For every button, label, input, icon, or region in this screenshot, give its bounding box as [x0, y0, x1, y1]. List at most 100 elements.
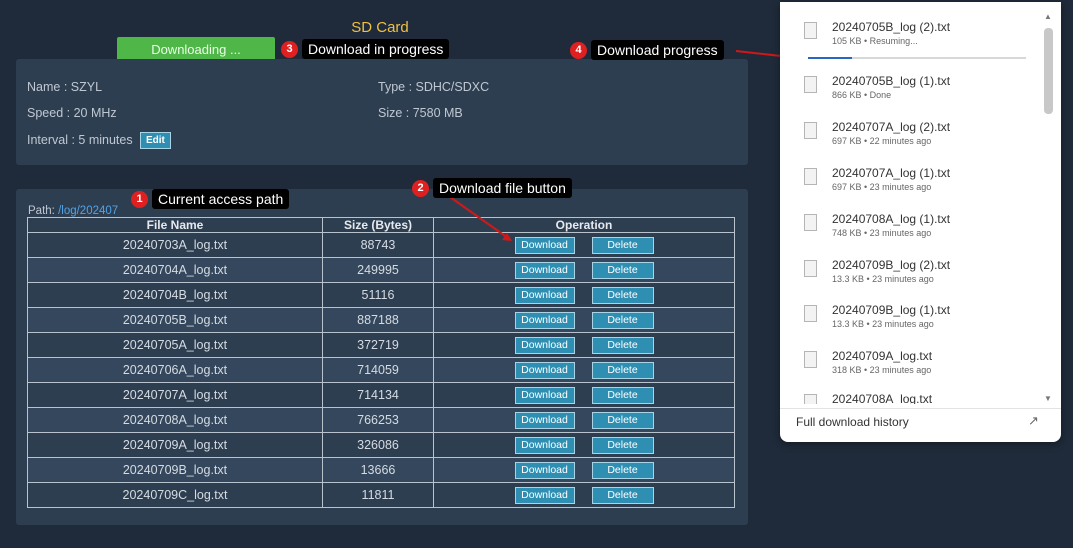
download-meta: 748 KB • 23 minutes ago [832, 228, 932, 238]
download-file-name: 20240707A_log (1).txt [832, 166, 951, 180]
operation-cell: Download Delete [433, 307, 735, 333]
delete-button[interactable]: Delete [591, 286, 654, 304]
download-file-name: 20240708A_log.txt [832, 392, 933, 404]
download-item[interactable]: 20240708A_log.txt [800, 392, 1030, 404]
file-name-cell: 20240705A_log.txt [27, 332, 323, 358]
column-header-operation: Operation [433, 217, 735, 233]
operation-cell: Download Delete [433, 457, 735, 483]
external-link-icon[interactable]: ↗ [1028, 413, 1039, 429]
operation-cell: Download Delete [433, 482, 735, 508]
column-header-size: Size (Bytes) [322, 217, 434, 233]
edit-interval-button[interactable]: Edit [140, 132, 171, 149]
delete-button[interactable]: Delete [591, 486, 654, 504]
operation-cell: Download Delete [433, 432, 735, 458]
popup-divider [780, 408, 1061, 409]
table-row: 20240703A_log.txt 88743 Download Delete [27, 232, 735, 258]
file-name-cell: 20240704A_log.txt [27, 257, 323, 283]
download-file-name: 20240707A_log (2).txt [832, 120, 951, 134]
download-button[interactable]: Download [514, 411, 575, 429]
download-button[interactable]: Download [514, 486, 575, 504]
delete-button[interactable]: Delete [591, 261, 654, 279]
operation-cell: Download Delete [433, 257, 735, 283]
table-row: 20240705B_log.txt 887188 Download Delete [27, 307, 735, 333]
download-button[interactable]: Download [514, 286, 575, 304]
download-button[interactable]: Download [514, 386, 575, 404]
delete-button[interactable]: Delete [591, 361, 654, 379]
file-name-cell: 20240705B_log.txt [27, 307, 323, 333]
annotation-3: 3 Download in progress [281, 39, 450, 59]
annotation-label: Download file button [433, 178, 572, 198]
download-button[interactable]: Download [514, 361, 575, 379]
file-size-cell: 13666 [322, 457, 434, 483]
annotation-2: 2 Download file button [412, 178, 572, 198]
table-row: 20240709C_log.txt 11811 Download Delete [27, 482, 735, 508]
table-row: 20240706A_log.txt 714059 Download Delete [27, 357, 735, 383]
table-row: 20240708A_log.txt 766253 Download Delete [27, 407, 735, 433]
annotation-label: Current access path [152, 189, 290, 209]
download-file-name: 20240709B_log (1).txt [832, 303, 951, 317]
download-meta: 13.3 KB • 23 minutes ago [832, 274, 934, 284]
delete-button[interactable]: Delete [591, 236, 654, 254]
card-size: Size : 7580 MB [378, 106, 463, 120]
download-meta: 105 KB • Resuming... [832, 36, 918, 46]
file-name-cell: 20240708A_log.txt [27, 407, 323, 433]
path-link[interactable]: /log/202407 [58, 205, 118, 217]
download-meta: 318 KB • 23 minutes ago [832, 365, 932, 375]
download-progress-fill [808, 57, 852, 59]
file-name-cell: 20240707A_log.txt [27, 382, 323, 408]
file-size-cell: 372719 [322, 332, 434, 358]
download-button[interactable]: Download [514, 336, 575, 354]
file-icon [804, 214, 817, 231]
file-name-cell: 20240703A_log.txt [27, 232, 323, 258]
scroll-thumb[interactable] [1044, 28, 1053, 114]
delete-button[interactable]: Delete [591, 411, 654, 429]
operation-cell: Download Delete [433, 407, 735, 433]
annotation-badge: 3 [281, 40, 298, 58]
download-button[interactable]: Download [514, 461, 575, 479]
table-row: 20240704A_log.txt 249995 Download Delete [27, 257, 735, 283]
scroll-down-icon[interactable]: ▼ [1044, 394, 1052, 403]
annotation-4: 4 Download progress [570, 40, 724, 60]
download-file-name: 20240709A_log.txt [832, 349, 933, 363]
card-interval: Interval : 5 minutes [27, 133, 133, 147]
scroll-up-icon[interactable]: ▲ [1044, 12, 1052, 21]
download-button[interactable]: Download [514, 311, 575, 329]
column-header-file-name: File Name [27, 217, 323, 233]
delete-button[interactable]: Delete [591, 336, 654, 354]
file-name-cell: 20240709A_log.txt [27, 432, 323, 458]
annotation-1: 1 Current access path [131, 189, 290, 209]
downloads-popup: 20240705B_log (2).txt 105 KB • Resuming..… [780, 2, 1061, 442]
file-icon [804, 22, 817, 39]
delete-button[interactable]: Delete [591, 436, 654, 454]
download-file-name: 20240705B_log (1).txt [832, 74, 951, 88]
download-file-name: 20240709B_log (2).txt [832, 258, 951, 272]
file-size-cell: 714134 [322, 382, 434, 408]
download-meta: 697 KB • 22 minutes ago [832, 136, 932, 146]
download-button[interactable]: Download [514, 261, 575, 279]
file-size-cell: 766253 [322, 407, 434, 433]
download-meta: 13.3 KB • 23 minutes ago [832, 319, 934, 329]
file-icon [804, 168, 817, 185]
current-path: Path: /log/202407 [28, 205, 118, 217]
file-icon [804, 260, 817, 277]
file-table: File Name Size (Bytes) Operation 2024070… [27, 217, 735, 508]
table-row: 20240704B_log.txt 51116 Download Delete [27, 282, 735, 308]
file-name-cell: 20240704B_log.txt [27, 282, 323, 308]
downloads-scrollbar[interactable]: ▲ ▼ [1042, 10, 1055, 404]
table-row: 20240705A_log.txt 372719 Download Delete [27, 332, 735, 358]
file-icon [804, 122, 817, 139]
file-size-cell: 88743 [322, 232, 434, 258]
operation-cell: Download Delete [433, 357, 735, 383]
download-button[interactable]: Download [514, 236, 575, 254]
operation-cell: Download Delete [433, 282, 735, 308]
delete-button[interactable]: Delete [591, 461, 654, 479]
file-icon [804, 351, 817, 368]
full-download-history-link[interactable]: Full download history [796, 415, 909, 429]
delete-button[interactable]: Delete [591, 386, 654, 404]
delete-button[interactable]: Delete [591, 311, 654, 329]
file-size-cell: 11811 [322, 482, 434, 508]
download-button[interactable]: Download [514, 436, 575, 454]
download-meta: 866 KB • Done [832, 90, 892, 100]
file-icon [804, 305, 817, 322]
download-file-name: 20240708A_log (1).txt [832, 212, 951, 226]
